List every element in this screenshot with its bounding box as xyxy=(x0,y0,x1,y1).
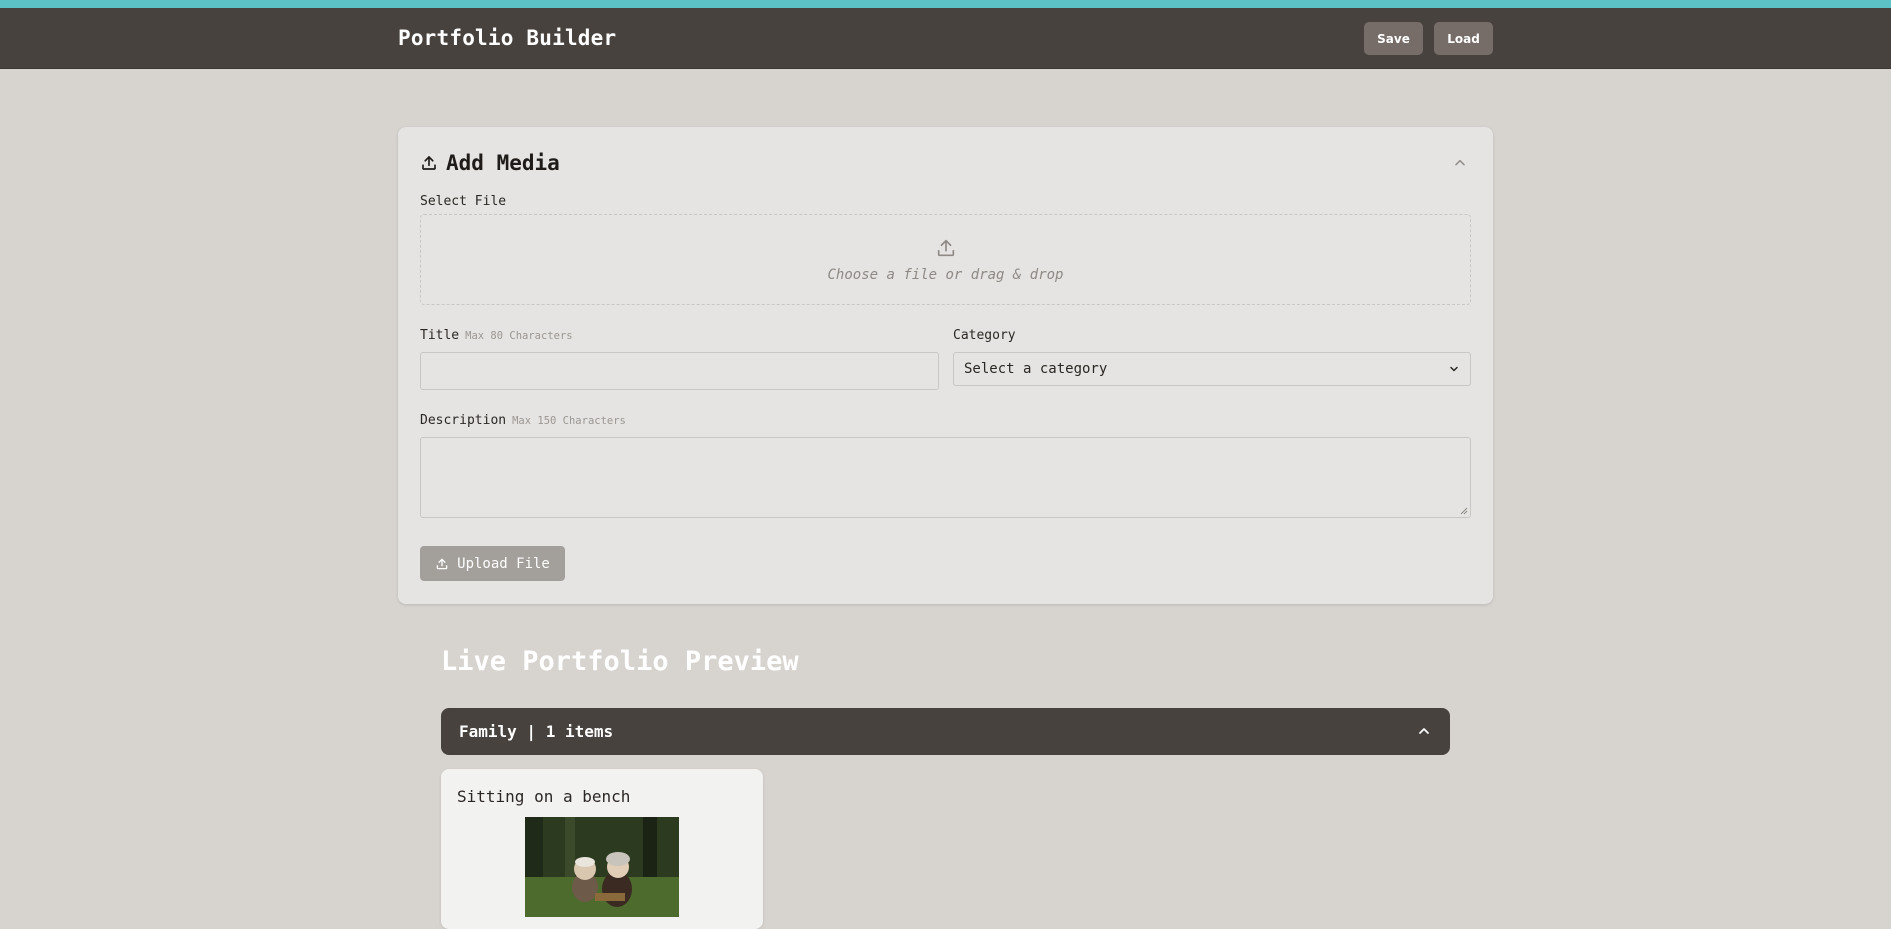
dropzone-text: Choose a file or drag & drop xyxy=(827,266,1064,283)
description-label: Description Max 150 Characters xyxy=(420,413,626,428)
portfolio-item-title: Sitting on a bench xyxy=(457,787,631,806)
upload-icon xyxy=(937,239,954,256)
chevron-up-icon xyxy=(1455,159,1465,166)
title-input[interactable] xyxy=(420,352,939,390)
collapse-button[interactable] xyxy=(1450,153,1470,173)
chevron-up-icon xyxy=(1419,728,1429,734)
accent-bar xyxy=(0,0,1891,8)
add-media-heading: Add Media xyxy=(420,149,560,177)
category-accordion-label: Family | 1 items xyxy=(459,722,614,741)
app-header: Portfolio Builder Save Load xyxy=(0,8,1891,69)
file-dropzone[interactable]: Choose a file or drag & drop xyxy=(420,214,1471,305)
category-selected-value: Select a category xyxy=(964,361,1108,377)
preview-heading: Live Portfolio Preview xyxy=(441,646,799,677)
upload-file-button[interactable]: Upload File xyxy=(420,546,565,581)
portfolio-item-card[interactable]: Sitting on a bench xyxy=(441,769,763,929)
chevron-down-icon xyxy=(1450,366,1458,372)
title-label: Title Max 80 Characters xyxy=(420,328,573,343)
portfolio-item-photo xyxy=(525,817,679,917)
load-button[interactable]: Load xyxy=(1434,22,1493,55)
add-media-title: Add Media xyxy=(446,151,560,175)
resize-handle-icon[interactable] xyxy=(1460,507,1468,515)
category-select[interactable]: Select a category xyxy=(953,352,1471,386)
description-label-text: Description xyxy=(420,413,507,428)
upload-icon xyxy=(422,156,436,170)
select-file-label: Select File xyxy=(420,194,507,209)
upload-file-label: Upload File xyxy=(457,555,550,572)
category-label: Category xyxy=(953,328,1016,343)
photo-illustration xyxy=(525,817,679,917)
save-button[interactable]: Save xyxy=(1364,22,1423,55)
description-textarea[interactable] xyxy=(420,437,1471,518)
upload-icon xyxy=(436,558,448,569)
description-hint: Max 150 Characters xyxy=(512,415,626,427)
app-title: Portfolio Builder xyxy=(398,26,617,50)
category-accordion-family[interactable]: Family | 1 items xyxy=(441,708,1450,755)
title-label-text: Title xyxy=(420,328,460,343)
add-media-panel: Add Media Select File Choose a file or d… xyxy=(398,127,1493,604)
title-hint: Max 80 Characters xyxy=(465,330,573,342)
